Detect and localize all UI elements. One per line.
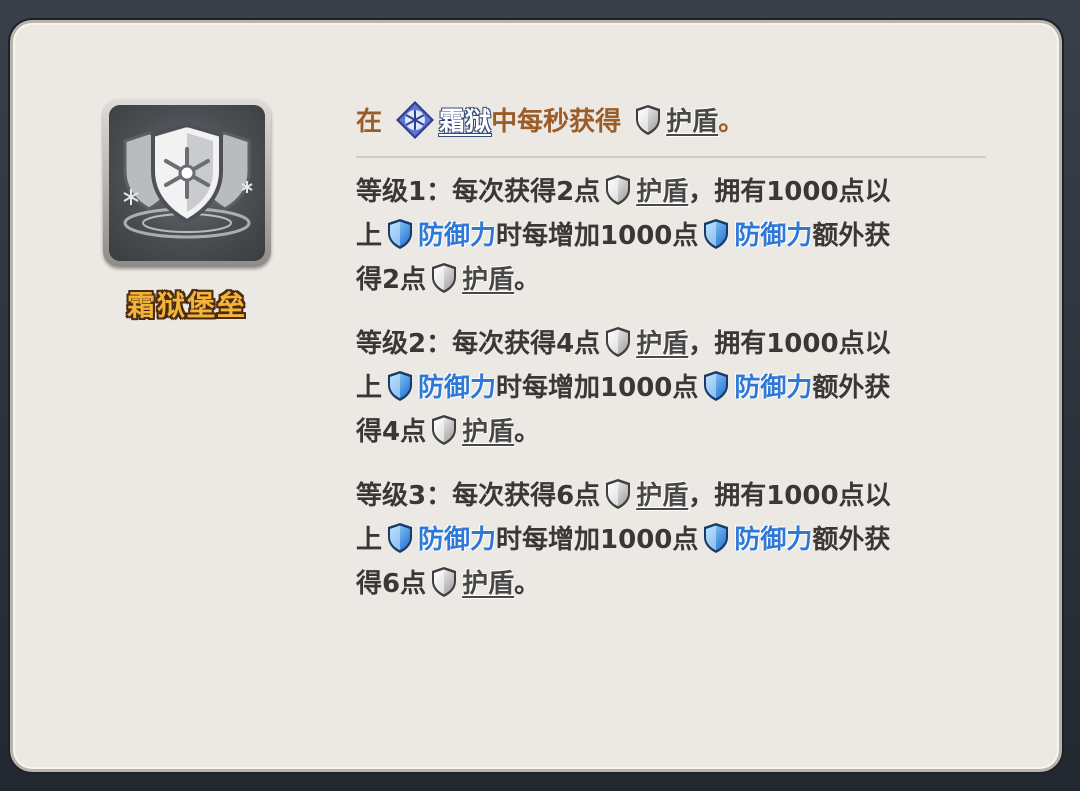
defense-keyword[interactable]: 防御力: [734, 373, 812, 403]
level-2-text: 。: [514, 417, 541, 447]
level-2-text: ，拥有1000点以: [688, 329, 891, 359]
defense-keyword[interactable]: 防御力: [418, 221, 496, 251]
defense-icon: [702, 370, 730, 402]
level-3-line-3: 得6点 护盾。: [356, 562, 996, 606]
level-2-line-1: 等级2：每次获得4点 护盾，拥有1000点以: [356, 322, 996, 366]
shield-keyword-link[interactable]: 护盾: [636, 481, 688, 511]
level-1-text: 额外获: [812, 221, 891, 251]
level-3-text: ，拥有1000点以: [688, 481, 891, 511]
shield-icon: [430, 262, 458, 294]
level-2-text: 得4点: [356, 417, 427, 447]
shield-keyword-link[interactable]: 护盾: [462, 265, 514, 295]
level-3-text: 。: [514, 569, 541, 599]
shield-keyword-link[interactable]: 护盾: [462, 569, 514, 599]
level-1-text: 时每增加1000点: [496, 221, 699, 251]
shield-keyword-link[interactable]: 护盾: [636, 329, 688, 359]
shield-icon: [604, 174, 632, 206]
level-3-text: 额外获: [812, 525, 891, 555]
shield-icon: [430, 414, 458, 446]
shield-icon: [430, 566, 458, 598]
shield-keyword-link[interactable]: 护盾: [462, 417, 514, 447]
intro-suffix: 。: [718, 107, 745, 137]
level-2-text: 额外获: [812, 373, 891, 403]
level-2-line-2: 上防御力时每增加1000点 防御力额外获: [356, 366, 996, 410]
skill-name: 霜狱堡垒: [126, 289, 247, 322]
level-2-line-3: 得4点 护盾。: [356, 410, 996, 454]
level-3-text: 等级3：每次获得6点: [356, 481, 601, 511]
frost-shield-icon: [109, 105, 265, 261]
level-3-line-1: 等级3：每次获得6点 护盾，拥有1000点以: [356, 474, 996, 518]
level-3-text: 上: [356, 525, 383, 555]
level-1-text: 等级1：每次获得2点: [356, 177, 601, 207]
defense-icon: [386, 522, 414, 554]
shield-icon: [604, 326, 632, 358]
defense-keyword[interactable]: 防御力: [734, 525, 812, 555]
defense-keyword[interactable]: 防御力: [418, 525, 496, 555]
intro-middle: 中每秒获得: [491, 107, 622, 137]
level-1-line-1: 等级1：每次获得2点 护盾，拥有1000点以: [356, 170, 996, 214]
level-1-text: 上: [356, 221, 383, 251]
level-3-description: 等级3：每次获得6点 护盾，拥有1000点以 上防御力时每增加1000点 防御力额外…: [356, 474, 996, 606]
level-1-line-3: 得2点 护盾。: [356, 258, 996, 302]
level-2-description: 等级2：每次获得4点 护盾，拥有1000点以 上防御力时每增加1000点 防御力额外…: [356, 322, 996, 454]
level-3-line-2: 上防御力时每增加1000点 防御力额外获: [356, 518, 996, 562]
shield-icon: [604, 478, 632, 510]
level-1-line-2: 上防御力时每增加1000点 防御力额外获: [356, 214, 996, 258]
defense-icon: [702, 522, 730, 554]
level-1-text: ，拥有1000点以: [688, 177, 891, 207]
frost-zone-icon: [395, 100, 435, 140]
defense-keyword[interactable]: 防御力: [734, 221, 812, 251]
defense-icon: [386, 218, 414, 250]
skill-icon-frame: [103, 99, 271, 267]
intro-prefix: 在: [356, 107, 383, 137]
level-3-text: 得6点: [356, 569, 427, 599]
level-3-text: 时每增加1000点: [496, 525, 699, 555]
level-2-text: 上: [356, 373, 383, 403]
level-1-text: 得2点: [356, 265, 427, 295]
shield-keyword-link[interactable]: 护盾: [666, 107, 718, 137]
level-1-text: 。: [514, 265, 541, 295]
level-1-description: 等级1：每次获得2点 护盾，拥有1000点以 上防御力时每增加1000点 防御力额外…: [356, 170, 996, 302]
shield-keyword-link[interactable]: 护盾: [636, 177, 688, 207]
level-2-text: 等级2：每次获得4点: [356, 329, 601, 359]
defense-icon: [386, 370, 414, 402]
skill-intro: 在 霜狱中每秒获得 护盾。: [356, 100, 996, 144]
frost-keyword-link[interactable]: 霜狱: [439, 107, 491, 137]
defense-keyword[interactable]: 防御力: [418, 373, 496, 403]
divider: [356, 156, 986, 158]
shield-icon: [634, 104, 662, 136]
defense-icon: [702, 218, 730, 250]
intro-line: 在 霜狱中每秒获得 护盾。: [356, 100, 996, 144]
level-2-text: 时每增加1000点: [496, 373, 699, 403]
